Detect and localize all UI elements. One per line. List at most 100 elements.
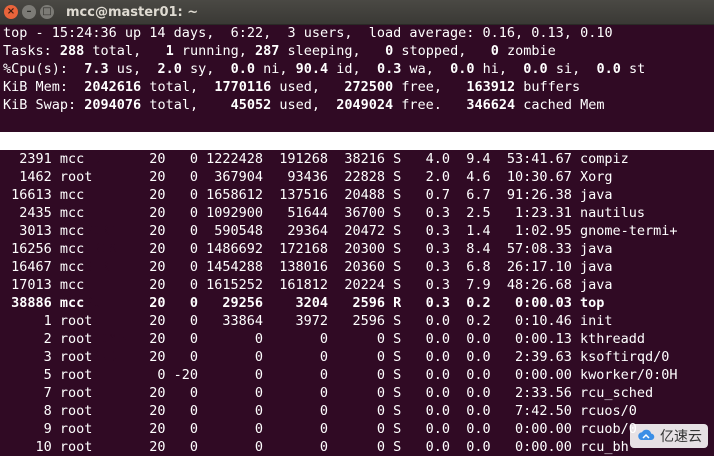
state-cell: S	[393, 277, 402, 293]
shr-cell: 0	[376, 349, 385, 365]
process-row: 5 root 0 -20 0 0 0 S 0.0 0.0 0:00.00 kworker/0:0H	[3, 366, 714, 384]
command-cell: init	[579, 313, 613, 329]
close-button[interactable]: ×	[4, 5, 18, 19]
process-row: 7 root 20 0 0 0 0 S 0.0 0.0 2:33.56 rcu_sched	[3, 384, 714, 402]
nice-cell: 0	[189, 439, 199, 455]
virt-cell: 0	[254, 403, 264, 419]
virt-cell: 33864	[222, 313, 264, 329]
virt-cell: 1658612	[206, 187, 264, 203]
summary-text: %Cpu(s):	[3, 61, 85, 77]
time-cell: 7:42.50	[514, 403, 572, 419]
pid-cell: 2391	[19, 151, 52, 167]
cpu-cell: 0.0	[425, 421, 450, 437]
time-cell: 1:23.31	[514, 205, 572, 221]
maximize-button[interactable]: □	[40, 5, 54, 19]
priority-cell: 20	[149, 241, 166, 257]
terminal-output[interactable]: top - 15:24:36 up 14 days, 6:22, 3 users…	[0, 24, 714, 456]
pid-cell: 38886	[11, 295, 52, 311]
summary-text: total,	[141, 97, 231, 113]
minimize-button[interactable]: –	[22, 5, 36, 19]
summary-text: used,	[271, 97, 337, 113]
summary-text: sy,	[181, 61, 231, 77]
priority-cell: 20	[149, 403, 166, 419]
state-cell: S	[393, 367, 402, 383]
summary-value: 2.0	[157, 61, 182, 77]
nice-cell: 0	[189, 169, 199, 185]
res-cell: 0	[319, 331, 329, 347]
cpu-cell: 0.3	[425, 205, 450, 221]
summary-text: top - 15:24:36 up 14 days, 6:22, 3 users…	[3, 25, 613, 41]
cloud-logo-icon	[636, 428, 656, 444]
command-cell: ksoftirqd/0	[579, 349, 670, 365]
pid-cell: 2435	[19, 205, 52, 221]
summary-text: wa,	[401, 61, 451, 77]
state-cell: S	[393, 169, 402, 185]
command-cell: nautilus	[579, 205, 645, 221]
summary-value: 2049024	[336, 97, 394, 113]
summary-value: 0	[385, 43, 394, 59]
summary-value: 0.0	[596, 61, 621, 77]
nice-cell: 0	[189, 259, 199, 275]
summary-value: 2094076	[84, 97, 142, 113]
state-cell: R	[393, 295, 402, 311]
mem-cell: 0.0	[466, 403, 491, 419]
res-cell: 51644	[287, 205, 329, 221]
priority-cell: 20	[149, 439, 166, 455]
state-cell: S	[393, 223, 402, 239]
summary-value: 287	[255, 43, 280, 59]
summary-text: st	[620, 61, 646, 77]
mem-cell: 0.0	[466, 385, 491, 401]
command-cell: java	[579, 241, 613, 257]
time-cell: 2:39.63	[514, 349, 572, 365]
user-cell: mcc	[59, 277, 85, 293]
priority-cell: 0	[157, 367, 166, 383]
user-cell: root	[59, 169, 93, 185]
shr-cell: 20360	[344, 259, 385, 275]
summary-value: 1770116	[214, 79, 272, 95]
user-cell: root	[59, 403, 93, 419]
priority-cell: 20	[149, 385, 166, 401]
mem-cell: 6.7	[466, 187, 491, 203]
cpu-cell: 0.0	[425, 313, 450, 329]
cpu-cell: 0.3	[425, 223, 450, 239]
state-cell: S	[393, 349, 402, 365]
virt-cell: 1222428	[206, 151, 264, 167]
nice-cell: 0	[189, 241, 199, 257]
shr-cell: 0	[376, 421, 385, 437]
priority-cell: 20	[149, 151, 166, 167]
user-cell: root	[59, 331, 93, 347]
process-table-body: 2391 mcc 20 0 1222428 191268 38216 S 4.0 9.4 53:41…	[3, 150, 714, 456]
mem-cell: 0.0	[466, 439, 491, 455]
nice-cell: 0	[189, 403, 199, 419]
virt-cell: 1615252	[206, 277, 264, 293]
summary-text: KiB Swap:	[3, 97, 85, 113]
time-cell: 57:08.33	[506, 241, 572, 257]
command-cell: top	[579, 295, 605, 311]
shr-cell: 22828	[344, 169, 385, 185]
cpu-cell: 0.3	[425, 259, 450, 275]
shr-cell: 2596	[352, 313, 385, 329]
mem-cell: 0.0	[466, 367, 491, 383]
command-cell: java	[579, 277, 613, 293]
summary-text: total,	[141, 79, 215, 95]
pid-cell: 16467	[11, 259, 52, 275]
command-cell: java	[579, 259, 613, 275]
summary-text: free,	[393, 79, 467, 95]
nice-cell: -20	[173, 367, 199, 383]
process-row: 10 root 20 0 0 0 0 S 0.0 0.0 0:00.00 rcu_bh	[3, 438, 714, 456]
nice-cell: 0	[189, 349, 199, 365]
virt-cell: 590548	[214, 223, 264, 239]
nice-cell: 0	[189, 223, 199, 239]
nice-cell: 0	[189, 295, 199, 311]
time-cell: 53:41.67	[506, 151, 572, 167]
process-row: 2 root 20 0 0 0 0 S 0.0 0.0 0:00.13 kthreadd	[3, 330, 714, 348]
res-cell: 3972	[295, 313, 329, 329]
mem-cell: 0.0	[466, 421, 491, 437]
shr-cell: 20472	[344, 223, 385, 239]
process-row: 16467 mcc 20 0 1454288 138016 20360 S 0.3 6.8 26:1…	[3, 258, 714, 276]
pid-cell: 7	[43, 385, 52, 401]
shr-cell: 20488	[344, 187, 385, 203]
summary-value: 0.0	[450, 61, 475, 77]
pid-cell: 1	[43, 313, 52, 329]
time-cell: 2:33.56	[514, 385, 572, 401]
